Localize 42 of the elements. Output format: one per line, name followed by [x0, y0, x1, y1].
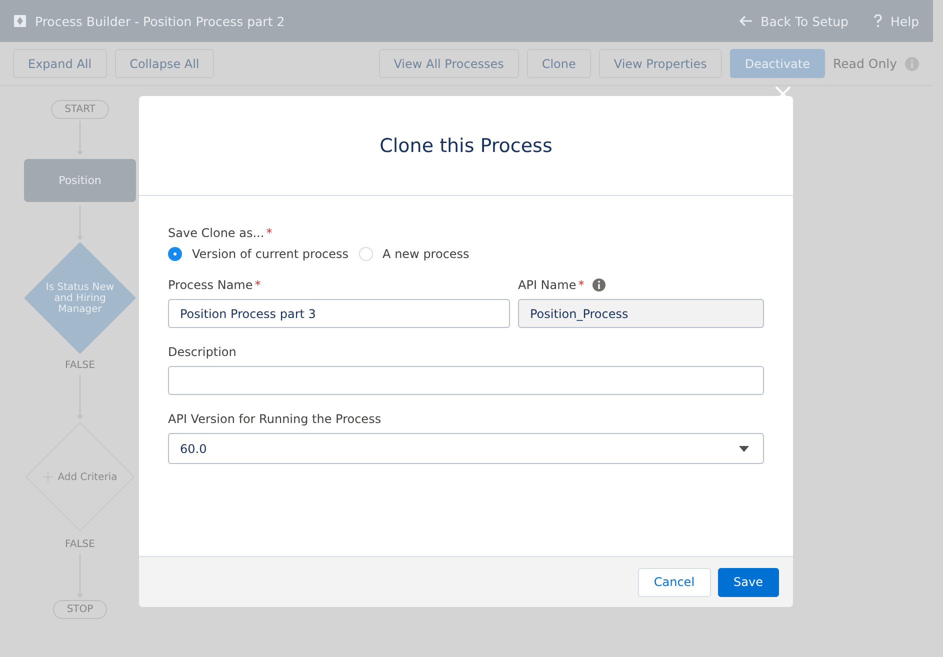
add-criteria-node[interactable]: Add Criteria — [24, 421, 136, 533]
back-arrow-icon — [738, 15, 753, 27]
window-title: Process Builder - Position Process part 2 — [35, 14, 285, 28]
caret-down-icon — [739, 446, 749, 452]
version-select[interactable]: 60.0 — [168, 433, 764, 464]
dialog-button[interactable]: Cancel — [638, 568, 711, 596]
criteria-node[interactable]: Is Status New and Hiring Manager — [24, 242, 136, 354]
radio-label[interactable]: A new process — [382, 247, 470, 261]
toolbar-button[interactable]: View All Processes — [378, 49, 519, 78]
radio-button[interactable] — [168, 247, 182, 261]
info-icon — [592, 278, 606, 292]
header-link[interactable]: Back To Setup — [760, 14, 848, 28]
toolbar-button[interactable]: Deactivate — [730, 49, 825, 78]
field-label: API Version for Running the Process — [168, 412, 382, 426]
toolbar-button[interactable]: Collapse All — [114, 49, 214, 78]
required-mark: * — [578, 278, 584, 292]
help-icon — [872, 14, 882, 28]
outcome-label: FALSE — [65, 539, 95, 550]
terminal-node[interactable]: START — [50, 100, 110, 119]
status-text: Read Only — [832, 56, 897, 71]
required-mark: * — [266, 226, 272, 240]
text-field[interactable] — [168, 366, 764, 395]
radio-label[interactable]: Version of current process — [192, 247, 349, 261]
info-icon — [905, 56, 919, 70]
outcome-label: FALSE — [65, 360, 95, 371]
add-criteria-label: Add Criteria — [58, 472, 118, 482]
toolbar-button[interactable]: Clone — [526, 49, 591, 78]
text-field[interactable]: Position Process part 3 — [168, 299, 510, 328]
terminal-node[interactable]: STOP — [52, 600, 108, 619]
required-mark: * — [254, 278, 261, 292]
dialog-title: Clone this Process — [380, 134, 552, 156]
process-icon — [14, 15, 26, 27]
header-link[interactable]: Help — [890, 14, 919, 28]
field-label: Process Name — [168, 278, 253, 292]
field-label: API Name — [518, 278, 576, 292]
field-label: Save Clone as... — [168, 226, 264, 240]
dialog-button[interactable]: Save — [718, 568, 779, 596]
object-node[interactable]: Position — [24, 159, 136, 202]
field-label: Description — [168, 345, 236, 359]
criteria-label: Is Status New and Hiring Manager — [45, 282, 115, 314]
toolbar-button[interactable]: Expand All — [13, 49, 107, 78]
toolbar-button[interactable]: View Properties — [598, 49, 722, 78]
